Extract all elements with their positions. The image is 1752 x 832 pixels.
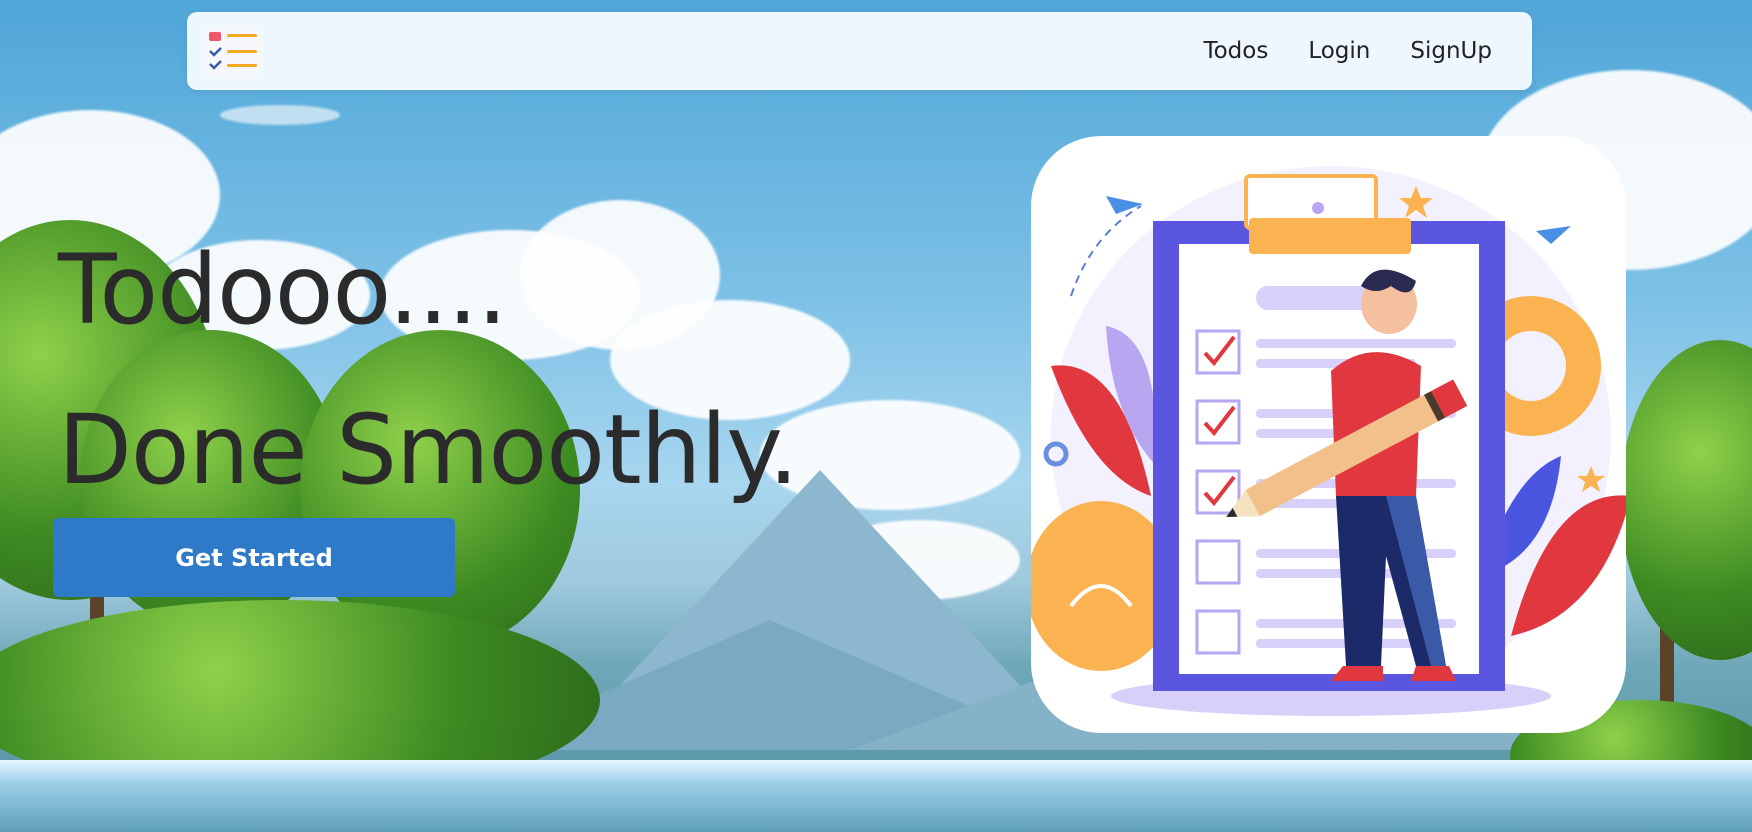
- nav-link-login[interactable]: Login: [1308, 38, 1370, 64]
- checklist-line: [1256, 639, 1416, 648]
- clipboard-checklist-illustration: [1031, 136, 1626, 733]
- nav-links: Todos Login SignUp: [1203, 12, 1492, 90]
- navbar: Todos Login SignUp: [187, 12, 1532, 90]
- nav-link-signup[interactable]: SignUp: [1410, 38, 1492, 64]
- get-started-button[interactable]: Get Started: [53, 518, 455, 597]
- hero-title-line-2: Done Smoothly.: [58, 394, 799, 506]
- nav-link-todos[interactable]: Todos: [1203, 38, 1268, 64]
- hero-title-line-1: Todooo....: [58, 234, 508, 346]
- checklist-logo-icon[interactable]: [203, 26, 263, 78]
- hero-title: Todooo.... Done Smoothly.: [58, 210, 799, 530]
- checklist-line: [1256, 339, 1456, 348]
